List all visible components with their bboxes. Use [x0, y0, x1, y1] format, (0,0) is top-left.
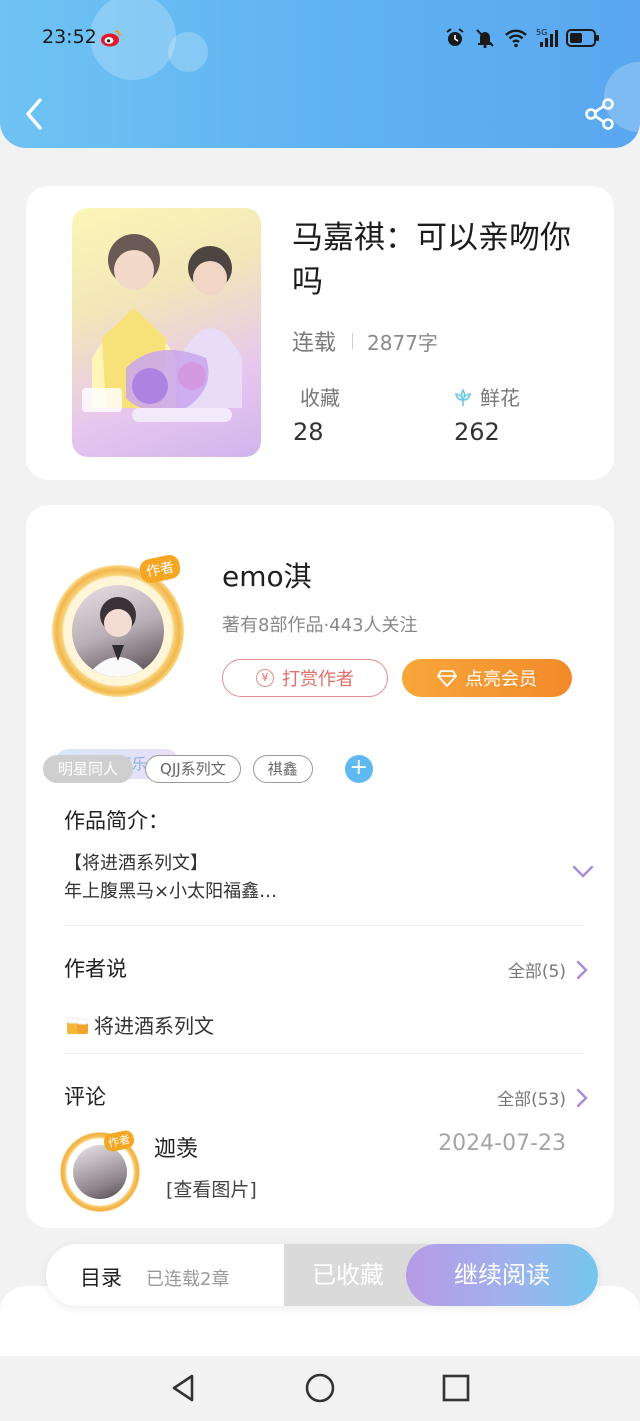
coin-icon: ¥ [256, 669, 274, 687]
flowers-label: 鲜花 [480, 386, 520, 410]
cover-illustration [82, 234, 242, 422]
author-meta: 著有8部作品·443人关注 [222, 615, 418, 636]
signal-icon: 5G [536, 28, 558, 47]
tip-author-button[interactable]: ¥ 打赏作者 [222, 659, 388, 697]
author-avatar[interactable]: 作者 平安喜乐 [52, 553, 184, 779]
nav-recents-icon[interactable] [438, 1370, 474, 1406]
author-name[interactable]: emo淇 [222, 555, 312, 595]
nav-home-icon[interactable] [302, 1370, 338, 1406]
alarm-icon [446, 28, 464, 46]
commenter-name[interactable]: 迦羡 [154, 1131, 198, 1163]
favorites-label: 收藏 [300, 386, 340, 410]
back-button[interactable] [22, 96, 50, 132]
toc-button[interactable]: 目录 [80, 1262, 122, 1292]
tag-item[interactable]: QJJ系列文 [145, 755, 241, 783]
comments-title: 评论 [64, 1085, 106, 1109]
nav-back-icon[interactable] [166, 1370, 202, 1406]
action-bar: 目录 已连载2章 已收藏 继续阅读 [46, 1244, 598, 1306]
commenter-avatar[interactable]: 作者 [60, 1129, 140, 1212]
tag-list: 明星同人 QJJ系列文 祺鑫 + [43, 755, 373, 783]
intro-title: 作品简介： [64, 809, 169, 833]
author-say-more-label: 全部(5) [507, 962, 566, 982]
author-say-title: 作者说 [64, 957, 127, 981]
book-cover[interactable] [72, 208, 261, 457]
avatar-figure [86, 597, 150, 677]
divider [64, 1053, 584, 1054]
comment-text[interactable]: [查看图片] [166, 1175, 257, 1202]
avatar-photo [72, 585, 164, 677]
favorites-count: 28 [293, 418, 324, 446]
flower-icon [455, 387, 471, 406]
share-button[interactable] [584, 98, 616, 130]
weibo-icon [101, 30, 121, 47]
author-say-item[interactable]: 将进酒系列文 [64, 1010, 214, 1039]
author-say-more[interactable]: 全部(5) [508, 957, 588, 982]
continue-reading-button[interactable]: 继续阅读 [406, 1244, 598, 1306]
mute-bell-icon [476, 29, 494, 49]
comments-more-label: 全部(53) [497, 1090, 566, 1110]
comment-date: 2024-07-23 [438, 1131, 566, 1156]
author-tag-badge: 作者 [137, 553, 183, 585]
add-tag-button[interactable]: + [344, 755, 373, 783]
chevron-right-icon [576, 1088, 588, 1107]
meta-separator [352, 333, 354, 349]
battery-icon [566, 29, 599, 47]
author-details-card: 作者 平安喜乐 emo淇 著有8部作品·443人关注 ¥ 打赏作者 点亮会员 明… [26, 505, 614, 1228]
system-nav-bar [0, 1356, 640, 1421]
intro-line: 年上腹黑马×小太阳福鑫… [64, 881, 278, 902]
tip-label: 打赏作者 [282, 669, 354, 690]
chevron-right-icon [576, 960, 588, 979]
vip-label: 点亮会员 [465, 669, 537, 690]
comments-more[interactable]: 全部(53) [497, 1085, 588, 1110]
tag-item[interactable]: 祺鑫 [252, 755, 313, 783]
serial-status: 连载 [292, 331, 337, 356]
avatar-photo [73, 1145, 127, 1199]
book-info-card: 马嘉祺：可以亲吻你吗 连载 2877字 收藏 28 鲜花 262 [26, 186, 614, 480]
chevron-down-icon[interactable] [572, 865, 594, 879]
header: 23:52 5G [0, 0, 640, 148]
beer-icon [66, 1017, 89, 1034]
vip-button[interactable]: 点亮会员 [402, 659, 572, 697]
intro-line: 【将进酒系列文】 [64, 853, 208, 874]
tag-item[interactable]: 明星同人 [43, 755, 134, 783]
book-meta: 连载 2877字 [292, 325, 438, 357]
wifi-icon [505, 29, 527, 48]
diamond-icon [437, 670, 457, 687]
status-time: 23:52 [42, 26, 97, 48]
divider [64, 925, 584, 926]
network-label: 5G [536, 28, 547, 37]
flowers-count: 262 [454, 418, 500, 446]
flowers-stat[interactable]: 鲜花 [452, 382, 520, 411]
toc-status: 已连载2章 [146, 1269, 230, 1290]
author-say-text: 将进酒系列文 [94, 1014, 214, 1038]
status-icons: 5G [444, 27, 600, 49]
word-count: 2877字 [367, 330, 438, 355]
decor-bubble [168, 32, 208, 72]
intro-text[interactable]: 【将进酒系列文】 年上腹黑马×小太阳福鑫… [64, 850, 524, 906]
book-title: 马嘉祺：可以亲吻你吗 [292, 220, 571, 300]
